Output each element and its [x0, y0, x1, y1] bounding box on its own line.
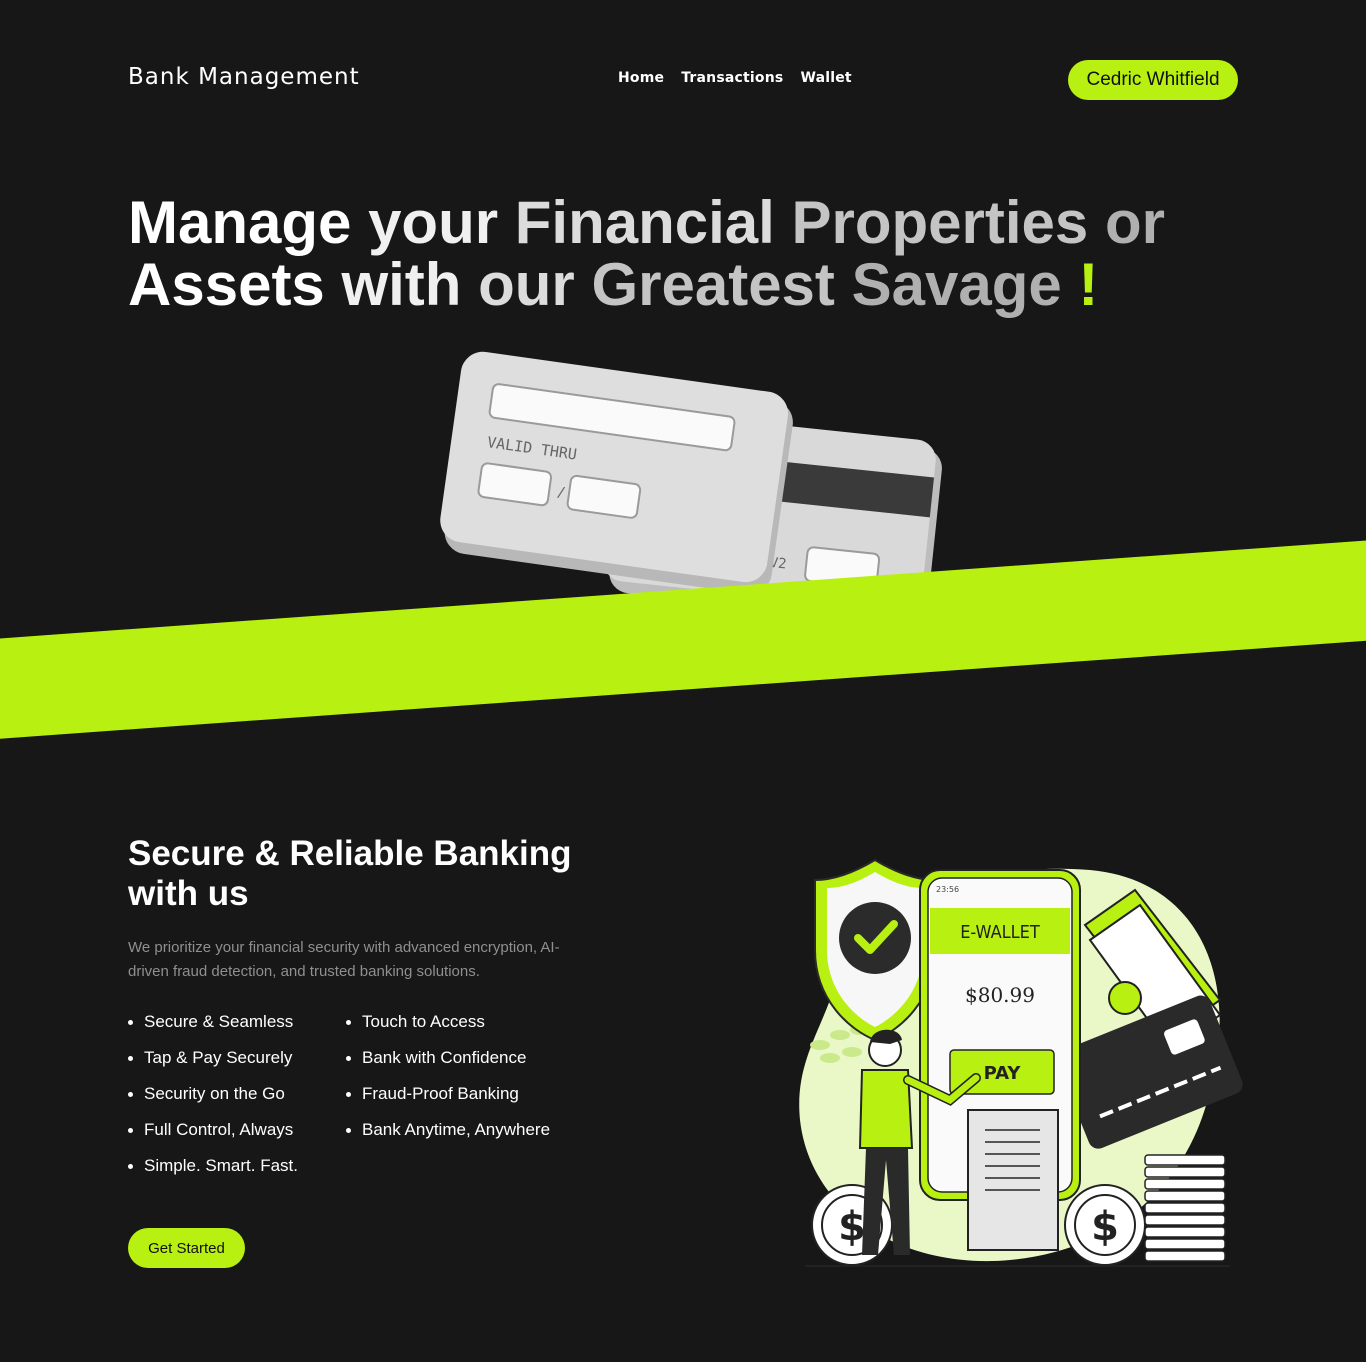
list-item: Touch to Access: [346, 1008, 550, 1044]
hero-word: or: [1104, 189, 1165, 256]
hero-word: Financial: [514, 189, 775, 256]
hero-word: Properties: [791, 189, 1089, 256]
user-profile-button[interactable]: Cedric Whitfield: [1068, 60, 1238, 100]
top-nav: Bank Management Home Transactions Wallet…: [0, 0, 1366, 160]
list-item: Simple. Smart. Fast.: [128, 1152, 298, 1188]
list-item: Security on the Go: [128, 1080, 298, 1116]
credit-card-front: VALID THRU /: [440, 351, 793, 594]
hero-word: your: [368, 189, 499, 256]
hero-word: our: [478, 251, 575, 318]
svg-text:$: $: [1091, 1204, 1119, 1250]
phone-time: 23:56: [936, 885, 959, 894]
section-description: We prioritize your financial security wi…: [128, 939, 560, 980]
list-item: Secure & Seamless: [128, 1008, 298, 1044]
hero-title-line-1: Manage your Financial Properties or: [128, 192, 1228, 254]
nav-transactions-link[interactable]: Transactions: [681, 70, 783, 86]
list-item: Bank with Confidence: [346, 1044, 550, 1080]
hero-word: Assets: [128, 251, 325, 318]
hero-word: Manage: [128, 189, 352, 256]
pay-label: PAY: [984, 1063, 1022, 1084]
hero-word: Savage: [851, 251, 1062, 318]
list-item: Tap & Pay Securely: [128, 1044, 298, 1080]
nav-home-link[interactable]: Home: [618, 70, 664, 86]
hero-word: Greatest: [591, 251, 835, 318]
feature-list-left: Secure & Seamless Tap & Pay Securely Sec…: [128, 1008, 298, 1188]
dollar-coin-icon: $: [1064, 1184, 1146, 1266]
feature-list-right: Touch to Access Bank with Confidence Fra…: [346, 1008, 550, 1152]
hero-word: with: [341, 251, 462, 318]
e-wallet-illustration: 23:56 E-WALLET $80.99 PAY $ $: [799, 858, 1243, 1267]
main-menu: Home Transactions Wallet: [618, 70, 852, 86]
receipt-icon: [967, 1109, 1059, 1251]
list-item: Full Control, Always: [128, 1116, 298, 1152]
svg-text:$: $: [838, 1204, 866, 1250]
coin-stack-icon: [1144, 1154, 1226, 1262]
hero-title: Manage your Financial Properties or Asse…: [128, 192, 1228, 316]
hero-title-line-2: Assets with our Greatest Savage !: [128, 254, 1228, 316]
get-started-button[interactable]: Get Started: [128, 1228, 245, 1268]
list-item: Bank Anytime, Anywhere: [346, 1116, 550, 1152]
hero-exclamation: !: [1078, 251, 1099, 318]
nav-wallet-link[interactable]: Wallet: [800, 70, 851, 86]
brand-logo[interactable]: Bank Management: [128, 64, 360, 90]
wallet-amount: $80.99: [965, 983, 1035, 1007]
section-title: Secure & Reliable Banking with us: [128, 834, 572, 913]
list-item: Fraud-Proof Banking: [346, 1080, 550, 1116]
wallet-header: E-WALLET: [960, 922, 1040, 943]
